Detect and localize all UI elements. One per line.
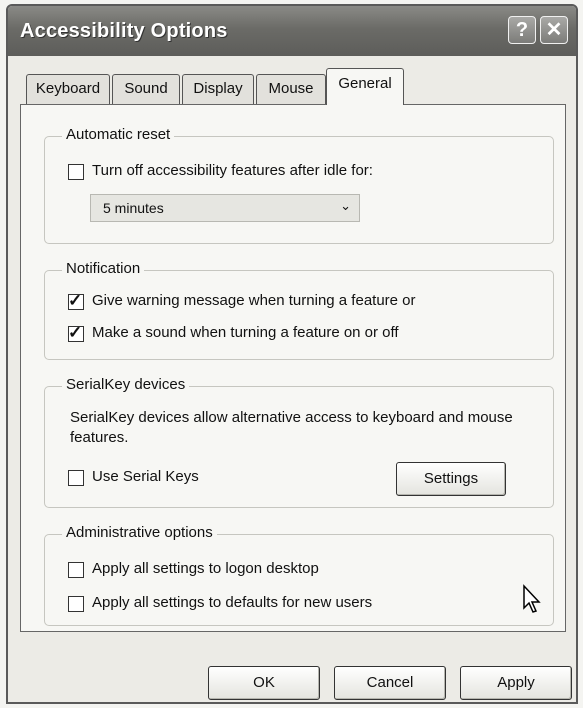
- sound-checkbox-label: Make a sound when turning a feature on o…: [92, 324, 399, 341]
- notification-title: Notification: [62, 260, 145, 277]
- check-icon: ✓: [68, 291, 83, 310]
- idle-checkbox-label: Turn off accessibility features after id…: [92, 162, 373, 179]
- admin-options-group: [44, 534, 554, 626]
- serialkey-title: SerialKey devices: [62, 376, 190, 393]
- check-icon: ✓: [68, 323, 83, 342]
- logon-desktop-label: Apply all settings to logon desktop: [92, 560, 319, 577]
- warning-checkbox[interactable]: ✓: [68, 291, 84, 310]
- automatic-reset-title: Automatic reset: [62, 126, 175, 143]
- ok-button[interactable]: OK: [208, 666, 320, 700]
- serialkey-description: SerialKey devices allow alternative acce…: [70, 409, 513, 446]
- use-serial-keys-label: Use Serial Keys: [92, 468, 199, 485]
- mouse-pointer-icon: [523, 584, 541, 613]
- accessibility-options-window: Accessibility Options ? ✕ Keyboard Sound…: [6, 4, 578, 704]
- chevron-down-icon: ⌄: [340, 198, 351, 213]
- defaults-new-users-checkbox[interactable]: [68, 596, 84, 612]
- settings-button[interactable]: Settings: [396, 462, 506, 496]
- logon-desktop-checkbox[interactable]: [68, 562, 84, 578]
- idle-time-select[interactable]: 5 minutes ⌄: [90, 194, 360, 222]
- apply-button[interactable]: Apply: [460, 666, 572, 700]
- sound-checkbox[interactable]: ✓: [68, 323, 84, 342]
- use-serial-keys-checkbox[interactable]: [68, 470, 84, 486]
- notification-group: [44, 270, 554, 360]
- idle-checkbox[interactable]: [68, 164, 84, 180]
- automatic-reset-group: [44, 136, 554, 244]
- defaults-new-users-label: Apply all settings to defaults for new u…: [92, 594, 373, 611]
- warning-checkbox-label: Give warning message when turning a feat…: [92, 292, 416, 309]
- cancel-button[interactable]: Cancel: [334, 666, 446, 700]
- admin-options-title: Administrative options: [62, 524, 217, 541]
- idle-time-value: 5 minutes: [103, 200, 164, 216]
